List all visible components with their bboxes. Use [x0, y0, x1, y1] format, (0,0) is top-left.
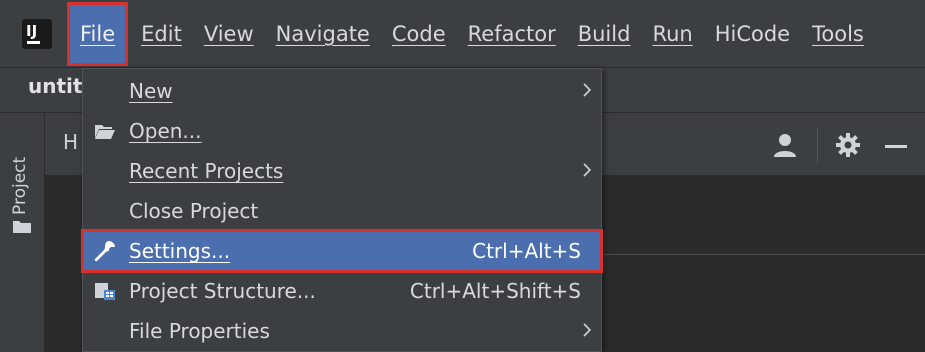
folder-open-icon	[95, 125, 115, 139]
chevron-right-icon	[583, 323, 591, 337]
toolbar-divider	[817, 127, 818, 163]
file-menu-item-file-properties[interactable]: File Properties	[83, 311, 601, 351]
menu-item-label: Project Structure...	[129, 279, 316, 303]
menu-hicode[interactable]: HiCode	[715, 0, 790, 68]
project-tool-tab[interactable]: Project	[10, 135, 34, 215]
file-menu-item-open[interactable]: Open...	[83, 111, 601, 151]
menu-code[interactable]: Code	[392, 0, 446, 68]
intellij-logo-icon: IJ	[22, 18, 52, 49]
chevron-right-icon	[583, 83, 591, 97]
wrench-icon	[94, 241, 115, 262]
menu-edit[interactable]: Edit	[141, 0, 182, 68]
menu-navigate[interactable]: Navigate	[276, 0, 370, 68]
menu-file[interactable]: File	[66, 1, 129, 66]
ide-window: IJ File Edit View Navigate Code Refactor…	[0, 0, 925, 352]
gear-icon[interactable]	[834, 131, 862, 159]
separator-line	[600, 254, 925, 255]
menu-item-shortcut: Ctrl+Alt+S	[472, 239, 581, 263]
chevron-right-icon	[583, 163, 591, 177]
menu-run[interactable]: Run	[652, 0, 692, 68]
menu-build[interactable]: Build	[578, 0, 631, 68]
menu-item-label: Recent Projects	[129, 159, 284, 183]
tool-window-title: H	[63, 130, 79, 154]
menu-tools[interactable]: Tools	[812, 0, 864, 68]
menu-refactor[interactable]: Refactor	[468, 0, 556, 68]
menu-item-label: Open...	[129, 119, 202, 143]
menu-item-label: New	[129, 79, 173, 103]
file-menu-item-project-structure[interactable]: Project Structure... Ctrl+Alt+Shift+S	[83, 271, 601, 311]
minimize-icon[interactable]	[885, 145, 907, 148]
menu-item-label: Close Project	[129, 199, 259, 223]
project-name[interactable]: untit	[28, 74, 82, 98]
file-menu-item-close-project[interactable]: Close Project	[83, 191, 601, 231]
file-menu-dropdown: New Open... Recent Projects Close Projec…	[81, 68, 603, 352]
menu-view[interactable]: View	[204, 0, 254, 68]
file-menu-item-new[interactable]: New	[83, 71, 601, 111]
user-icon[interactable]	[772, 132, 798, 158]
menu-item-label: Settings...	[129, 239, 231, 263]
folder-icon[interactable]	[13, 220, 31, 233]
project-structure-icon	[95, 283, 115, 300]
menu-item-shortcut: Ctrl+Alt+Shift+S	[409, 279, 581, 303]
file-menu-item-settings[interactable]: Settings... Ctrl+Alt+S	[81, 229, 603, 273]
file-menu-item-recent-projects[interactable]: Recent Projects	[83, 151, 601, 191]
menu-item-label: File Properties	[129, 319, 270, 343]
menu-bar: IJ File Edit View Navigate Code Refactor…	[0, 0, 925, 68]
